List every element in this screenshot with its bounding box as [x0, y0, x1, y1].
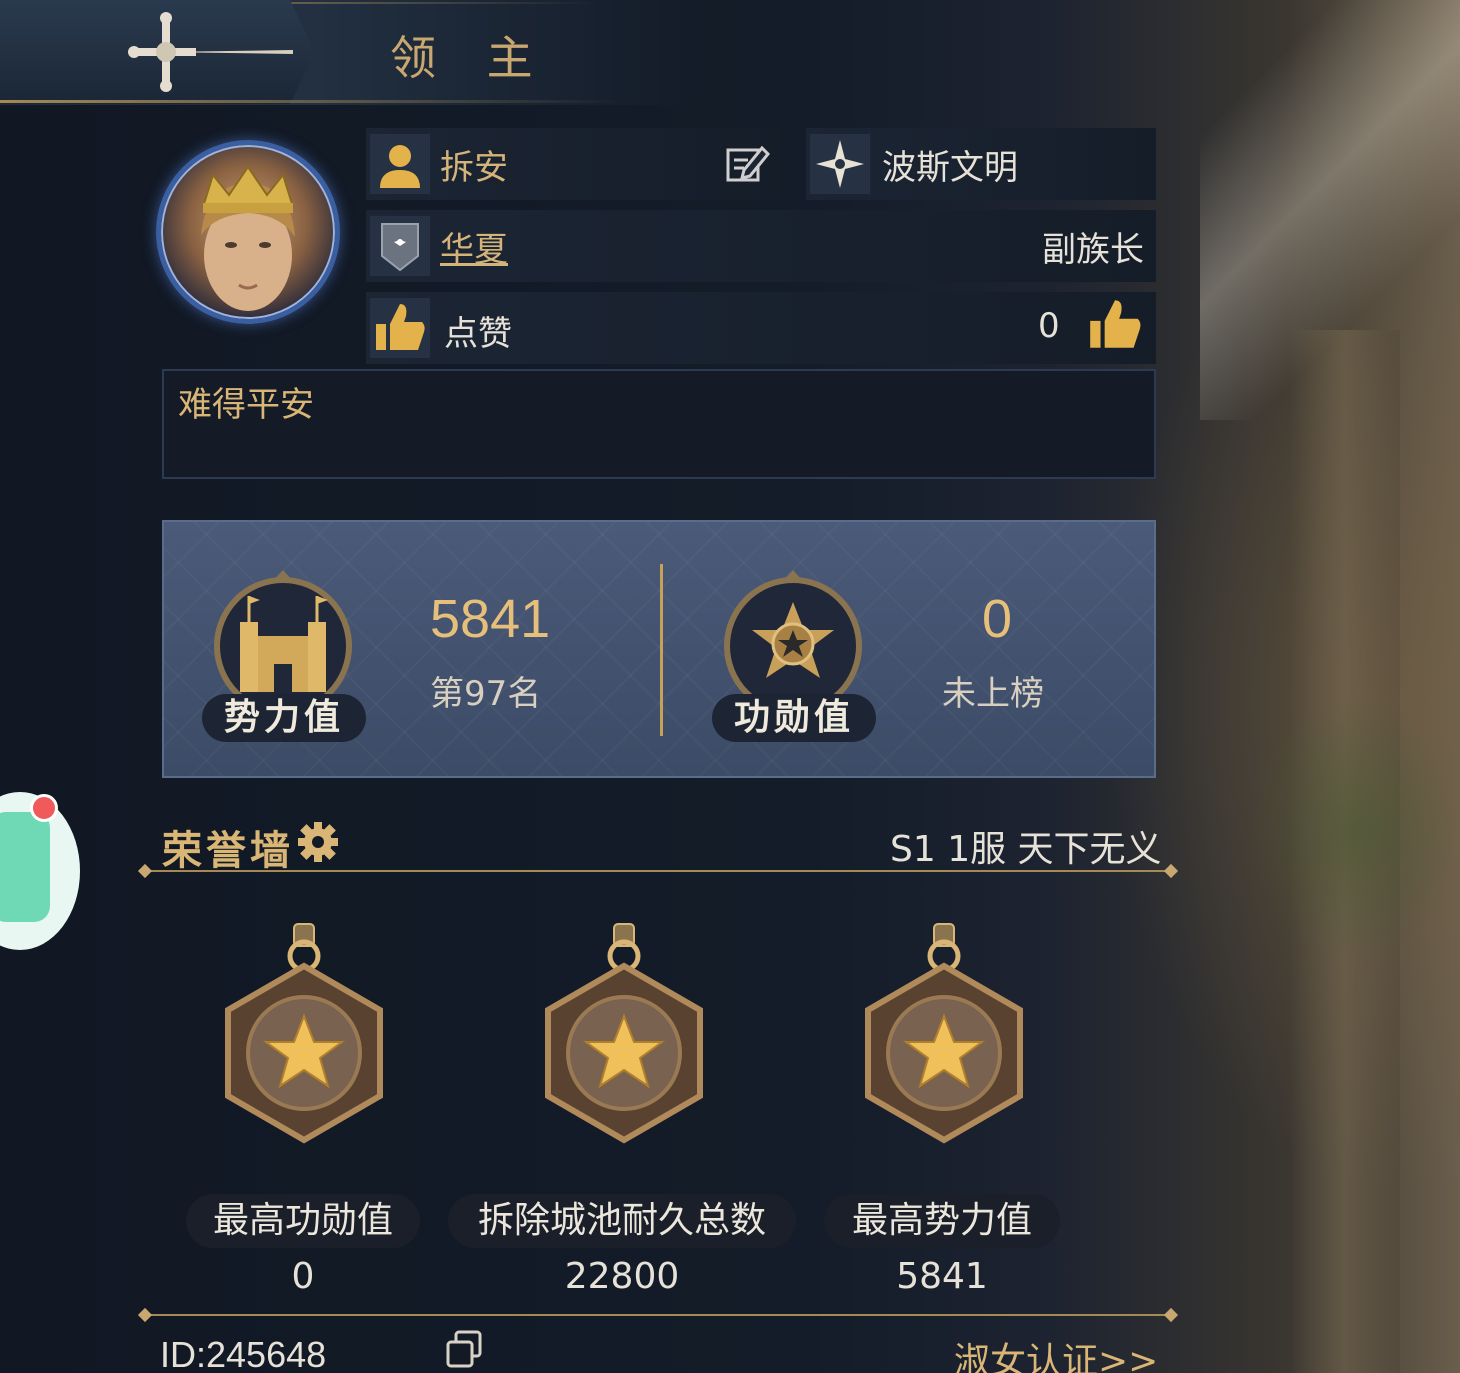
likes-count: 0: [1038, 306, 1060, 346]
stats-divider: [660, 564, 663, 736]
motto-box[interactable]: 难得平安: [162, 369, 1156, 479]
medal-value: 22800: [564, 1256, 680, 1297]
medal-icon: [865, 923, 1023, 1144]
copy-icon[interactable]: [444, 1330, 484, 1370]
medal-label: 最高功勋值: [186, 1194, 420, 1248]
merit-value: 0: [982, 589, 1013, 649]
season-text: S1 1服 天下无义: [890, 829, 1162, 870]
medal-icon: [225, 923, 383, 1144]
alliance-badge-icon: [381, 223, 419, 272]
civilization-name: 波斯文明: [882, 148, 1018, 188]
notification-dot: [30, 794, 58, 822]
likes-row: 点赞 0: [366, 292, 1156, 364]
honor-rule-top: [140, 870, 1176, 872]
merit-rank: 未上榜: [942, 674, 1044, 714]
avatar[interactable]: [156, 140, 340, 324]
assistant-mascot-icon: [0, 812, 50, 922]
like-icon-box: [370, 298, 430, 358]
header-bottom-rule: [0, 100, 620, 103]
medal-value: 0: [291, 1256, 315, 1297]
power-label: 势力值: [202, 694, 367, 742]
cross-sword-icon: [128, 12, 293, 92]
gear-icon[interactable]: [296, 820, 340, 864]
alliance-row[interactable]: 华夏 副族长: [366, 210, 1156, 282]
avatar-portrait: [201, 165, 295, 311]
motto-text: 难得平安: [178, 385, 314, 425]
merit-label: 功勋值: [712, 694, 877, 742]
civilization-icon-box: [810, 134, 870, 194]
compass-star-icon: [816, 140, 864, 188]
like-button-icon[interactable]: [1082, 294, 1148, 356]
name-row: 拆安: [366, 128, 780, 200]
stats-panel: 势力值 5841 第97名 功勋值 0 未上榜: [162, 520, 1156, 778]
page-title: 领 主: [390, 31, 551, 85]
power-rank: 第97名: [430, 674, 542, 714]
alliance-badge-box: [370, 216, 430, 276]
background-foliage: [1250, 700, 1460, 960]
thumbs-up-icon: [376, 304, 425, 350]
alliance-name-link[interactable]: 华夏: [440, 222, 508, 271]
likes-label: 点赞: [444, 314, 512, 354]
medal-icon: [545, 923, 703, 1144]
honor-wall-title: 荣誉墙: [162, 828, 294, 874]
edit-icon[interactable]: [722, 140, 770, 188]
user-icon-box: [370, 134, 430, 194]
power-value: 5841: [430, 589, 551, 649]
honor-rule-bottom: [140, 1314, 1176, 1316]
medal-label: 拆除城池耐久总数: [448, 1194, 796, 1248]
lady-verification-link[interactable]: 淑女认证>>: [954, 1332, 1158, 1373]
medal-value: 5841: [896, 1256, 988, 1297]
alliance-role: 副族长: [1042, 230, 1144, 270]
player-name: 拆安: [440, 148, 508, 188]
civilization-row: 波斯文明: [806, 128, 1156, 200]
user-icon: [380, 145, 420, 188]
player-id: ID:245648: [160, 1334, 327, 1373]
medal-label: 最高势力值: [824, 1194, 1060, 1248]
